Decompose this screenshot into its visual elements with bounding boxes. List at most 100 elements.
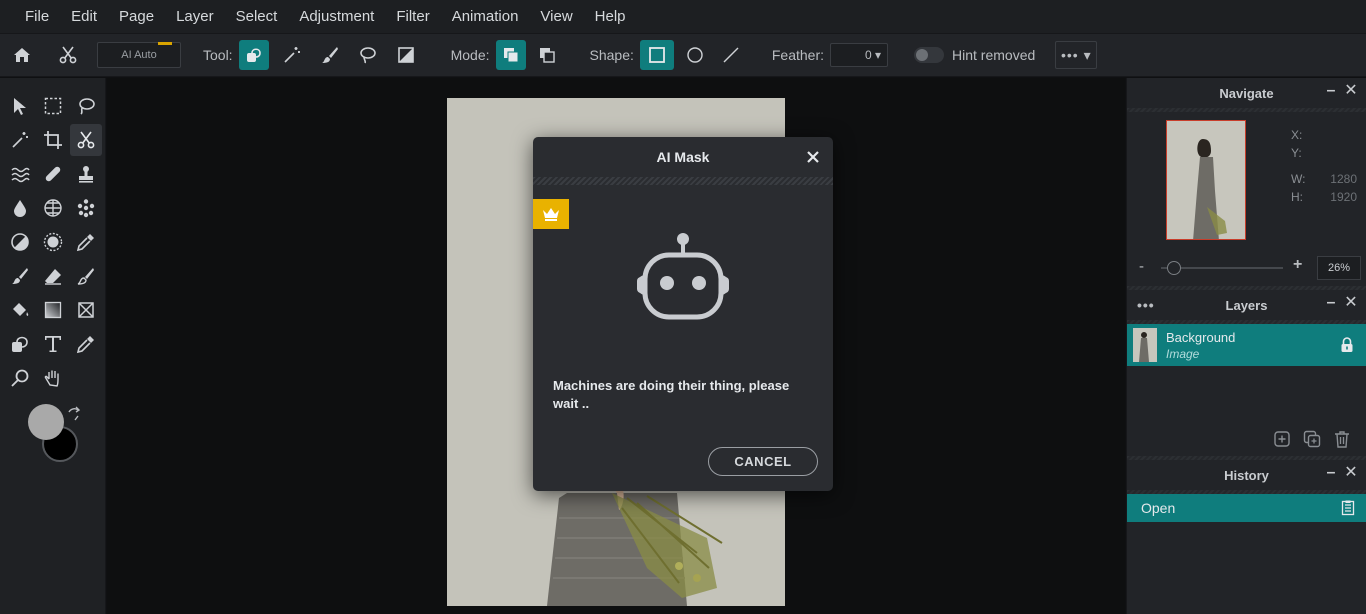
liquify-tool-icon[interactable] xyxy=(4,158,36,190)
more-options-button[interactable]: ••• ▾ xyxy=(1055,41,1098,69)
add-layer-icon[interactable] xyxy=(1272,429,1292,449)
shape-ellipse-button[interactable] xyxy=(680,40,710,70)
dialog-header: AI Mask xyxy=(533,137,833,177)
smudge-brush-icon[interactable] xyxy=(70,260,102,292)
mode-add-button[interactable] xyxy=(495,40,526,70)
dots-pattern-icon[interactable] xyxy=(70,192,102,224)
lasso-tool-icon[interactable] xyxy=(70,90,102,122)
shape-rectangle-button[interactable] xyxy=(639,40,674,70)
premium-strip xyxy=(158,42,172,45)
hand-tool-icon[interactable] xyxy=(37,362,69,394)
feather-input[interactable]: 0 ▾ xyxy=(830,43,889,67)
navigate-minimize-icon[interactable]: – xyxy=(1324,83,1338,99)
blur-tool-icon[interactable] xyxy=(4,192,36,224)
navigate-title: Navigate xyxy=(1219,85,1274,101)
gradient-mask-icon[interactable] xyxy=(391,40,421,70)
history-close-icon[interactable]: ✕ xyxy=(1344,465,1358,481)
ai-auto-button[interactable]: AI Auto xyxy=(97,42,181,68)
delete-layer-icon[interactable] xyxy=(1332,429,1352,449)
magic-wand-icon[interactable] xyxy=(277,40,307,70)
navigate-thumbnail[interactable] xyxy=(1166,120,1246,240)
layers-menu-icon[interactable]: ••• xyxy=(1137,297,1155,313)
history-minimize-icon[interactable]: – xyxy=(1324,465,1338,481)
feather-label: Feather: xyxy=(771,47,825,63)
photo-editor-app: File Edit Page Layer Select Adjustment F… xyxy=(0,0,1366,614)
zoom-tool-icon[interactable] xyxy=(4,362,36,394)
burn-tool-icon[interactable] xyxy=(37,226,69,258)
marquee-tool-icon[interactable] xyxy=(37,90,69,122)
move-tool-icon[interactable] xyxy=(4,90,36,122)
swap-colors-icon[interactable] xyxy=(66,406,82,422)
eraser-tool-icon[interactable] xyxy=(37,260,69,292)
shape-line-button[interactable] xyxy=(716,40,746,70)
foreground-color-swatch[interactable] xyxy=(28,404,64,440)
right-panel: Navigate – ✕ X: Y: W: 1280 H: 1920 - + 2… xyxy=(1126,78,1366,614)
menu-filter[interactable]: Filter xyxy=(385,0,440,34)
zoom-out-button[interactable]: - xyxy=(1139,258,1144,275)
menu-animation[interactable]: Animation xyxy=(441,0,530,34)
brush-icon[interactable] xyxy=(315,40,345,70)
healing-tool-icon[interactable] xyxy=(37,158,69,190)
dodge-tool-icon[interactable] xyxy=(4,226,36,258)
lock-icon[interactable] xyxy=(1340,337,1354,353)
tool-label: Tool: xyxy=(203,47,233,63)
shape-tool-icon[interactable] xyxy=(4,328,36,360)
cutout-tool-icon[interactable] xyxy=(70,124,102,156)
sponge-tool-icon[interactable] xyxy=(37,192,69,224)
layers-list-empty-space xyxy=(1127,366,1366,422)
layers-title: Layers xyxy=(1225,297,1268,313)
home-icon[interactable] xyxy=(7,40,37,70)
history-item[interactable]: Open xyxy=(1127,494,1366,522)
stamp-tool-icon[interactable] xyxy=(70,158,102,190)
zoom-slider-handle[interactable] xyxy=(1167,261,1181,275)
paintbrush-tool-icon[interactable] xyxy=(4,260,36,292)
menu-page[interactable]: Page xyxy=(108,0,165,34)
tools-panel xyxy=(0,78,106,614)
ai-auto-label: AI Auto xyxy=(121,49,157,61)
premium-badge xyxy=(533,199,569,229)
eyedropper-tool-icon[interactable] xyxy=(70,226,102,258)
zoom-value-input[interactable]: 26% xyxy=(1317,256,1361,280)
dialog-message: Machines are doing their thing, please w… xyxy=(553,378,790,411)
layer-row[interactable]: Background Image xyxy=(1127,324,1366,366)
menu-help[interactable]: Help xyxy=(584,0,637,34)
layer-thumbnail xyxy=(1133,328,1157,362)
navigate-close-icon[interactable]: ✕ xyxy=(1344,83,1358,99)
menu-view[interactable]: View xyxy=(529,0,583,34)
navigate-panel-header: Navigate – ✕ xyxy=(1127,78,1366,108)
paint-bucket-tool-icon[interactable] xyxy=(4,294,36,326)
layers-panel-header: ••• Layers – ✕ xyxy=(1127,290,1366,320)
layers-actions xyxy=(1127,422,1366,456)
gradient-tool-icon[interactable] xyxy=(37,294,69,326)
menu-adjustment[interactable]: Adjustment xyxy=(288,0,385,34)
layer-type: Image xyxy=(1166,346,1200,361)
document-icon xyxy=(1341,500,1355,516)
zoom-in-button[interactable]: + xyxy=(1293,256,1302,274)
layers-close-icon[interactable]: ✕ xyxy=(1344,295,1358,311)
color-picker-tool-icon[interactable] xyxy=(70,328,102,360)
hint-toggle[interactable] xyxy=(914,47,945,63)
layers-minimize-icon[interactable]: – xyxy=(1324,295,1338,311)
frame-tool-icon[interactable] xyxy=(70,294,102,326)
magic-wand-tool-icon[interactable] xyxy=(4,124,36,156)
scissors-icon[interactable] xyxy=(53,40,83,70)
text-tool-icon[interactable] xyxy=(37,328,69,360)
history-item-label: Open xyxy=(1141,500,1176,516)
crop-tool-icon[interactable] xyxy=(37,124,69,156)
close-icon[interactable] xyxy=(805,149,821,165)
navigate-panel: X: Y: W: 1280 H: 1920 xyxy=(1127,112,1366,252)
menu-edit[interactable]: Edit xyxy=(60,0,108,34)
menu-file[interactable]: File xyxy=(14,0,60,34)
duplicate-layer-icon[interactable] xyxy=(1302,429,1322,449)
height-label: H: xyxy=(1291,190,1303,204)
crown-icon xyxy=(543,208,559,221)
lasso-icon[interactable] xyxy=(353,40,383,70)
mode-subtract-button[interactable] xyxy=(532,40,562,70)
navigate-info: X: Y: W: 1280 H: 1920 xyxy=(1291,126,1357,206)
menu-layer[interactable]: Layer xyxy=(165,0,225,34)
tool-ai-select[interactable] xyxy=(238,40,269,70)
menu-select[interactable]: Select xyxy=(225,0,289,34)
height-value: 1920 xyxy=(1330,190,1357,204)
cancel-button[interactable]: CANCEL xyxy=(708,447,818,476)
x-label: X: xyxy=(1291,128,1303,142)
